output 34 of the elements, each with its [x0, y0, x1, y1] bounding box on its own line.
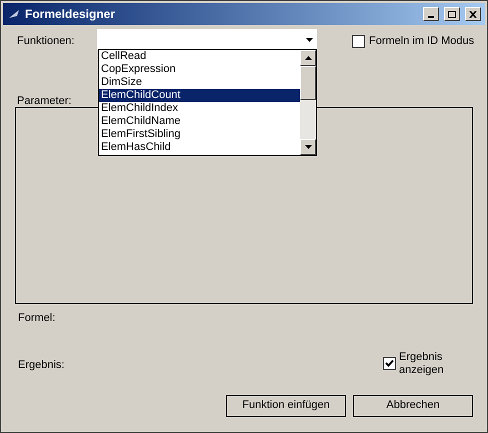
scroll-down-button[interactable]	[300, 139, 316, 155]
down-arrow-icon	[304, 145, 312, 149]
scroll-up-button[interactable]	[300, 50, 316, 66]
dropdown-option[interactable]: ElemChildIndex	[99, 102, 300, 115]
dropdown-option[interactable]: ElemHasChild	[99, 141, 300, 154]
minimize-button[interactable]	[423, 7, 439, 21]
scrollbar[interactable]	[300, 50, 316, 155]
functions-dropdown[interactable]	[97, 29, 317, 50]
checkbox[interactable]	[352, 34, 365, 48]
checkmark-icon	[385, 359, 394, 368]
window-title: Formeldesigner	[25, 6, 116, 23]
dialog-button[interactable]: Abbrechen	[353, 394, 473, 416]
dropdown-option[interactable]: ElemFirstSibling	[99, 128, 300, 141]
parameter-label: Parameter:	[17, 94, 72, 107]
scroll-thumb[interactable]	[300, 66, 316, 100]
app-icon	[7, 8, 21, 20]
maximize-button[interactable]	[444, 7, 460, 21]
maximize-icon	[448, 10, 456, 18]
functions-label: Funktionen:	[17, 34, 76, 49]
close-icon	[469, 10, 477, 18]
dropdown-option[interactable]: ElemChildCount	[99, 89, 300, 102]
show-result-label: Ergebnis anzeigen	[399, 350, 445, 376]
dropdown-option[interactable]: CellRead	[99, 50, 300, 63]
dropdown-option[interactable]: CopExpression	[99, 63, 300, 76]
formula-label: Formel:	[18, 311, 56, 326]
caret-icon	[306, 38, 313, 42]
dialog-button[interactable]: Funktion einfügen	[226, 394, 346, 416]
checkbox[interactable]	[383, 357, 396, 370]
dropdown-option[interactable]: ElemChildName	[99, 115, 300, 128]
dropdown-option[interactable]: DimSize	[99, 76, 300, 89]
result-label: Ergebnis:	[18, 358, 66, 372]
id-mode-label: Formeln im ID Modus	[369, 34, 474, 49]
close-button[interactable]	[465, 7, 481, 21]
up-arrow-icon	[304, 56, 312, 60]
